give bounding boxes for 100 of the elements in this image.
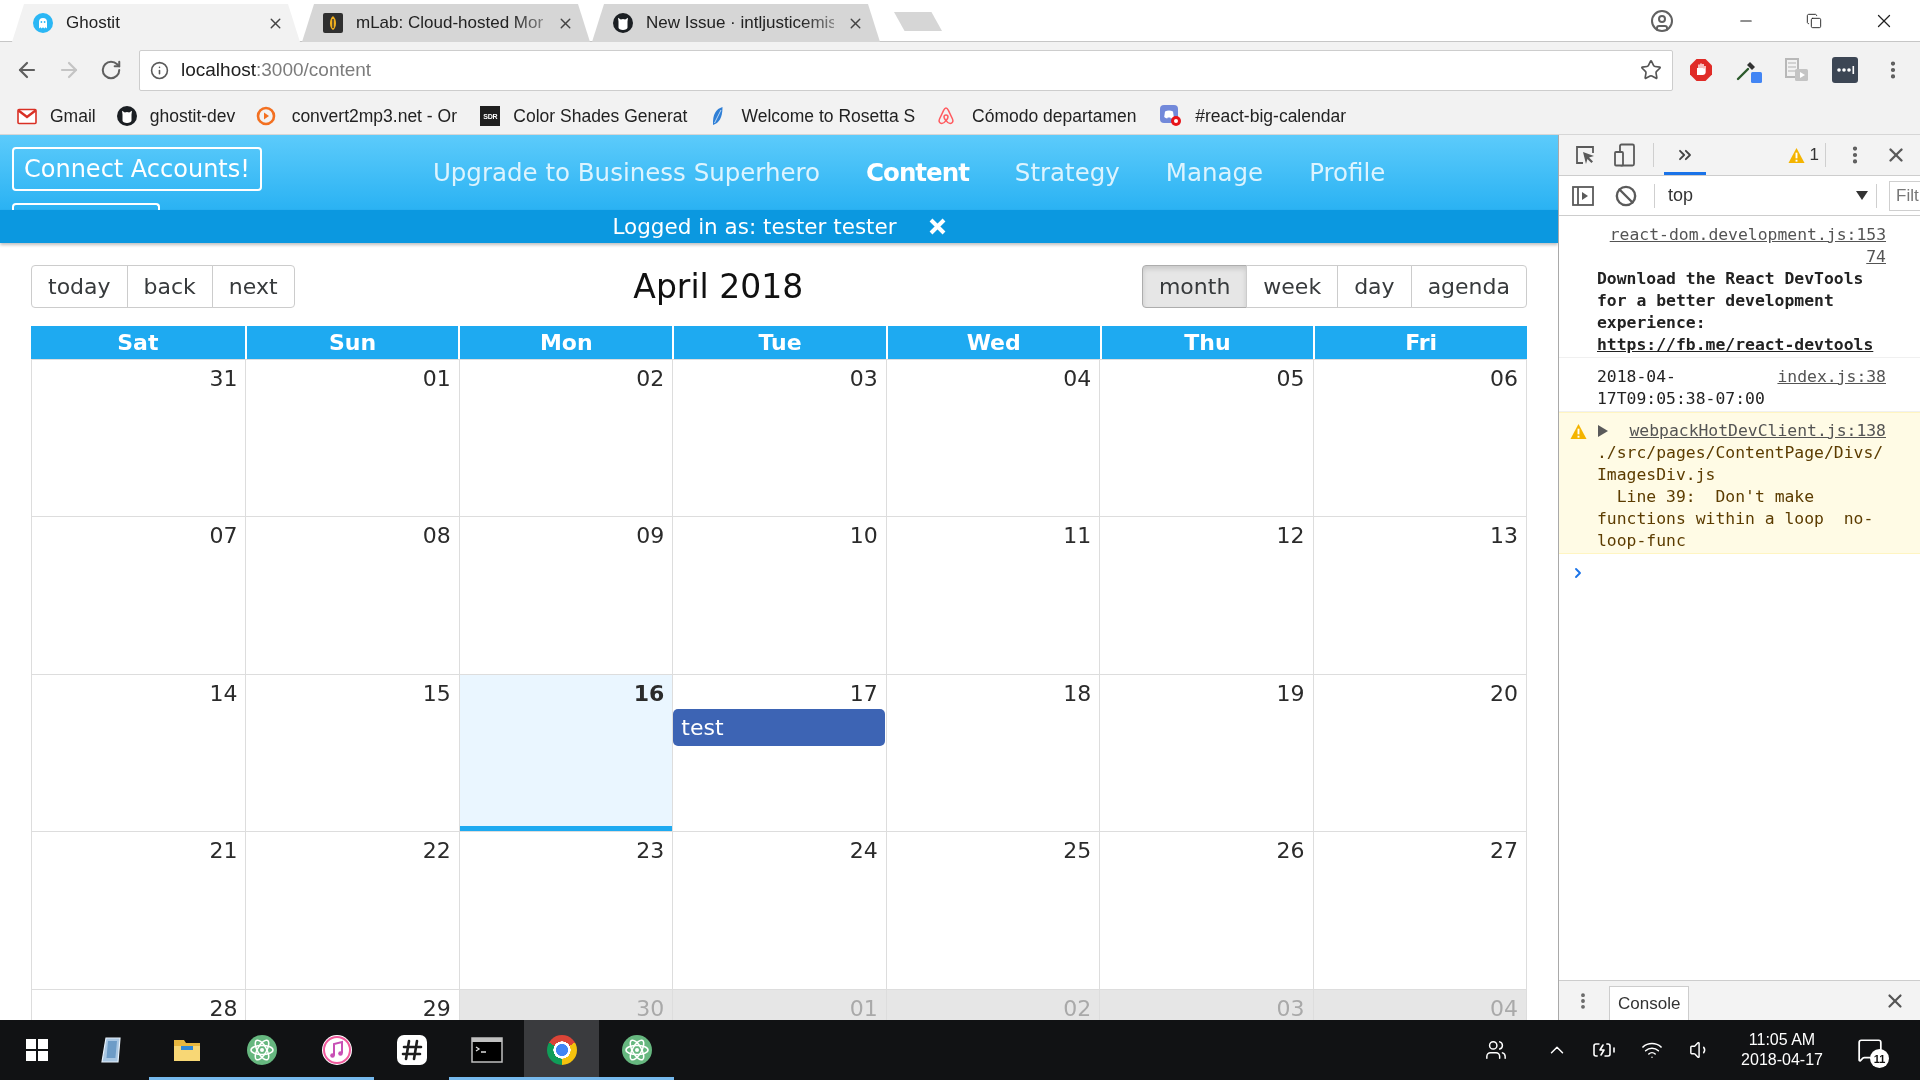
date-number: 02 (1063, 995, 1092, 1020)
view-button[interactable]: week (1246, 265, 1339, 308)
day-cell[interactable]: 17 test (672, 674, 886, 832)
date-number: 16 (633, 680, 665, 707)
sidebar-toggle-icon[interactable] (1572, 184, 1594, 207)
date-number: 05 (1276, 366, 1305, 392)
warning-icon (1569, 423, 1587, 440)
bookmark-link[interactable]: Welcome to Rosetta S (700, 101, 924, 131)
day-cell[interactable]: 16 (458, 674, 673, 832)
toolbar-button[interactable]: next (211, 265, 295, 308)
browser-tab[interactable]: Ghostit (12, 4, 300, 42)
star-icon[interactable] (1640, 59, 1662, 81)
source-link[interactable]: index.js:38 (1777, 366, 1886, 388)
calendar-title: April 2018 (632, 267, 805, 306)
source-link[interactable]: webpackHotDevClient.js:138 (1629, 420, 1886, 442)
source-link[interactable]: react-dom.development.js:15374 (1609, 224, 1886, 268)
weekday-header: Sun (244, 326, 459, 359)
clock-button[interactable]: 11:05 AM 2018-04-17 (1727, 1020, 1837, 1080)
date-number: 25 (1063, 838, 1092, 865)
notification-count: 11 (1870, 1049, 1889, 1068)
cursor-box-icon[interactable] (1574, 144, 1596, 166)
date-number: 02 (636, 366, 665, 392)
info-icon[interactable] (150, 60, 169, 80)
date-number: 10 (849, 523, 878, 550)
loop-icon (936, 106, 957, 126)
dropdown-caret-icon (1856, 191, 1868, 200)
view-button[interactable]: day (1337, 265, 1412, 308)
date-number: 23 (636, 838, 665, 865)
date-number: 18 (1063, 680, 1092, 707)
date-number: 19 (1276, 680, 1305, 707)
file-play-icon (1784, 57, 1810, 83)
date-number: 04 (1063, 366, 1092, 392)
date-number: 17 (849, 680, 878, 707)
date-number: 14 (209, 680, 238, 707)
reload-icon[interactable] (100, 59, 122, 81)
browser-tab[interactable]: mLab: Cloud-hosted Mor (302, 4, 590, 42)
date-number: 26 (1276, 838, 1305, 865)
date-number: 13 (1490, 523, 1518, 550)
date-number: 01 (422, 366, 451, 392)
people-icon[interactable] (1485, 1039, 1507, 1061)
date-number: 07 (209, 523, 238, 550)
bookmark-link[interactable]: ghostit-dev (108, 101, 244, 131)
context-select[interactable]: top (1668, 177, 1876, 214)
chat-logo-icon (1160, 105, 1183, 127)
date-number: 03 (849, 366, 878, 392)
date-number: 11 (1063, 523, 1092, 550)
taskbar-button[interactable] (524, 1020, 599, 1080)
view-button[interactable]: agenda (1410, 265, 1527, 308)
ring-logo-icon (546, 1035, 577, 1065)
date-number: 08 (422, 523, 451, 550)
url-link[interactable]: https://fb.me/react-devtools (1597, 335, 1874, 354)
weekday-header: Wed (885, 326, 1100, 359)
filter-field[interactable]: Filt (1889, 180, 1920, 211)
terminal-icon (470, 1037, 503, 1063)
calendar-event[interactable]: test (673, 708, 885, 746)
restore-icon[interactable] (1806, 13, 1822, 29)
cat-icon (116, 106, 137, 126)
date-number: 28 (209, 995, 238, 1020)
tile-logo-icon (323, 13, 343, 33)
warning-counter[interactable]: 1 (1787, 145, 1825, 165)
date-number: 09 (636, 523, 665, 550)
browser-tab[interactable]: New Issue · intljusticemis (592, 4, 880, 42)
weekday-header: Sat (31, 326, 245, 359)
console-text: 2018-04-17T09:05:38-07:00 (1597, 366, 1766, 410)
date-number: 15 (422, 680, 451, 707)
envelope-icon (17, 106, 37, 126)
date-number: 30 (636, 995, 665, 1020)
toolbar-button[interactable]: today (31, 265, 128, 308)
view-button[interactable]: month (1141, 265, 1248, 308)
prohibited-icon[interactable] (1615, 184, 1637, 207)
weekday-header: Thu (1099, 326, 1314, 359)
date-number: 04 (1490, 995, 1518, 1020)
date-number: 24 (849, 838, 878, 865)
date-number: 12 (1276, 523, 1305, 550)
weekday-header: Tue (672, 326, 886, 359)
login-status-text: Logged in as: tester tester (612, 214, 897, 239)
ghost-icon (33, 13, 53, 33)
stop-hand-icon (1689, 58, 1713, 82)
bookmark-link[interactable]: Gmail (9, 101, 104, 131)
date-number: 20 (1490, 680, 1518, 707)
address-field[interactable]: localhost:3000/content (139, 49, 1673, 91)
notification-button[interactable]: 11 (1845, 1020, 1895, 1080)
date-number: 31 (209, 366, 238, 392)
bookmark-link[interactable]: Cómodo departamen (928, 101, 1148, 131)
device-icon[interactable] (1613, 143, 1637, 167)
weekday-header: Mon (458, 326, 673, 359)
date-number: 21 (209, 838, 238, 865)
weekday-header: Fri (1313, 326, 1527, 359)
toolbar-button[interactable]: back (126, 265, 213, 308)
music-note-icon (320, 1034, 353, 1066)
dots-tile-icon (1832, 57, 1858, 83)
expand-triangle-icon[interactable] (1597, 425, 1609, 437)
date-number: 27 (1490, 838, 1518, 865)
date-number: 03 (1276, 995, 1305, 1020)
profile-icon[interactable] (1650, 9, 1674, 33)
bookmark-link[interactable]: #react-big-calendar (1152, 101, 1354, 131)
drawer-tab[interactable]: Console (1609, 986, 1690, 1020)
bookmark-link[interactable]: convert2mp3.net - Or (248, 101, 468, 131)
play-ring-icon (256, 106, 277, 126)
date-number: 29 (422, 995, 451, 1020)
